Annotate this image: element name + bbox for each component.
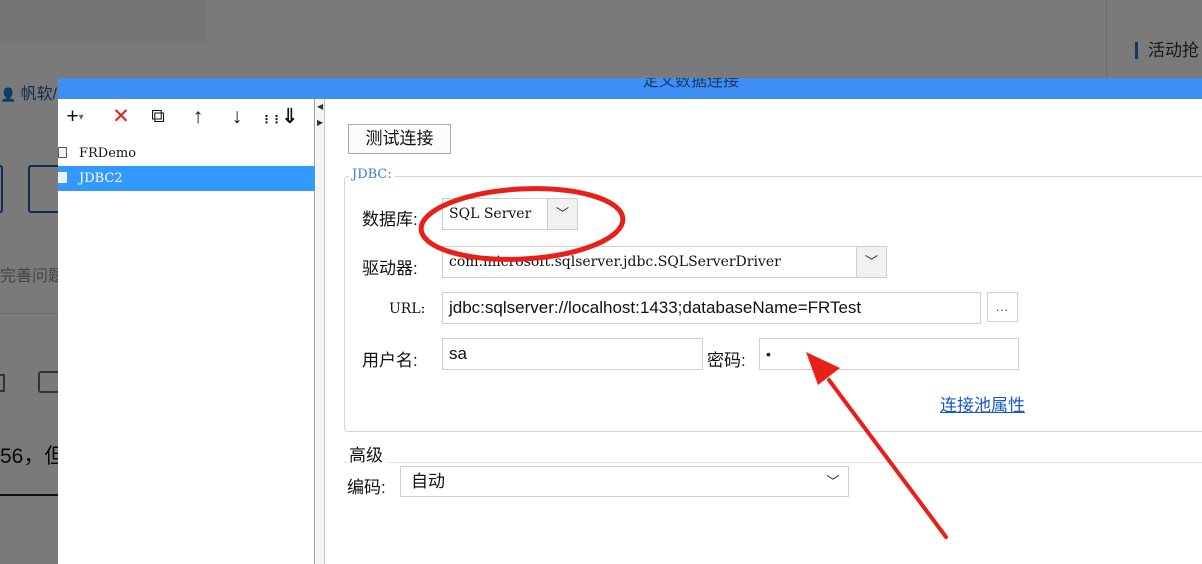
url-input[interactable]: jdbc:sqlserver://localhost:1433;database… [442, 292, 981, 324]
url-browse-button[interactable]: ... [987, 292, 1018, 322]
expand-right-icon[interactable]: ▶ [317, 119, 325, 127]
dialog-titlebar: 定义数据连接 [58, 78, 1202, 99]
connection-item-frdemo[interactable]: FRDemo [58, 141, 315, 166]
database-select[interactable]: SQL Server ﹀ [442, 198, 578, 230]
driver-select-value: com.microsoft.sqlserver.jdbc.SQLServerDr… [449, 254, 781, 270]
password-label: 密码: [707, 351, 746, 370]
connection-item-jdbc2[interactable]: JDBC2 [58, 166, 315, 191]
connection-list-pane: +▾ ✕ ⧉ ↑ ↓ ⋮⋮⇓ FRDemo JDBC2 [58, 99, 315, 564]
advanced-divider [344, 462, 1202, 463]
database-icon [58, 147, 67, 158]
username-label: 用户名: [362, 351, 418, 370]
copy-icon[interactable]: ⧉ [145, 103, 171, 131]
encoding-select[interactable]: 自动 ﹀ [400, 466, 849, 497]
test-connection-button[interactable]: 测试连接 [348, 124, 451, 154]
connection-toolbar: +▾ ✕ ⧉ ↑ ↓ ⋮⋮⇓ [58, 99, 315, 137]
encoding-label: 编码: [347, 478, 386, 497]
dialog-title: 定义数据连接 [643, 78, 740, 90]
x-icon[interactable]: ✕ [108, 103, 134, 131]
connection-list: FRDemo JDBC2 [58, 141, 315, 191]
arrow-down-icon[interactable]: ↓ [225, 103, 249, 131]
chevron-down-icon[interactable]: ﹀ [818, 467, 848, 496]
jdbc-group-label: JDBC: [349, 167, 395, 182]
url-label: URL: [389, 301, 426, 317]
password-input-value: • [766, 346, 771, 362]
database-select-value: SQL Server [449, 206, 532, 222]
database-label: 数据库: [362, 210, 418, 229]
collapse-left-icon[interactable]: ◀ [317, 103, 325, 111]
username-input-value: sa [449, 344, 467, 363]
password-input[interactable]: • [759, 338, 1019, 370]
arrow-up-icon[interactable]: ↑ [186, 103, 210, 131]
connection-name: FRDemo [79, 146, 137, 161]
driver-label: 驱动器: [362, 259, 418, 278]
plus-icon[interactable]: +▾ [60, 103, 90, 131]
database-icon [58, 172, 67, 183]
chevron-down-icon[interactable]: ﹀ [547, 199, 577, 229]
advanced-title: 高级 [349, 441, 387, 466]
encoding-select-value: 自动 [411, 472, 445, 491]
pane-splitter[interactable]: ◀ ▶ [316, 99, 325, 564]
sort-icon[interactable]: ⋮⋮⇓ [261, 103, 299, 131]
username-input[interactable]: sa [442, 338, 703, 370]
connection-pool-link[interactable]: 连接池属性 [940, 391, 1025, 416]
chevron-down-icon[interactable]: ﹀ [856, 247, 886, 277]
url-input-value: jdbc:sqlserver://localhost:1433;database… [449, 298, 862, 317]
driver-select[interactable]: com.microsoft.sqlserver.jdbc.SQLServerDr… [442, 246, 887, 278]
connection-name: JDBC2 [79, 171, 123, 186]
